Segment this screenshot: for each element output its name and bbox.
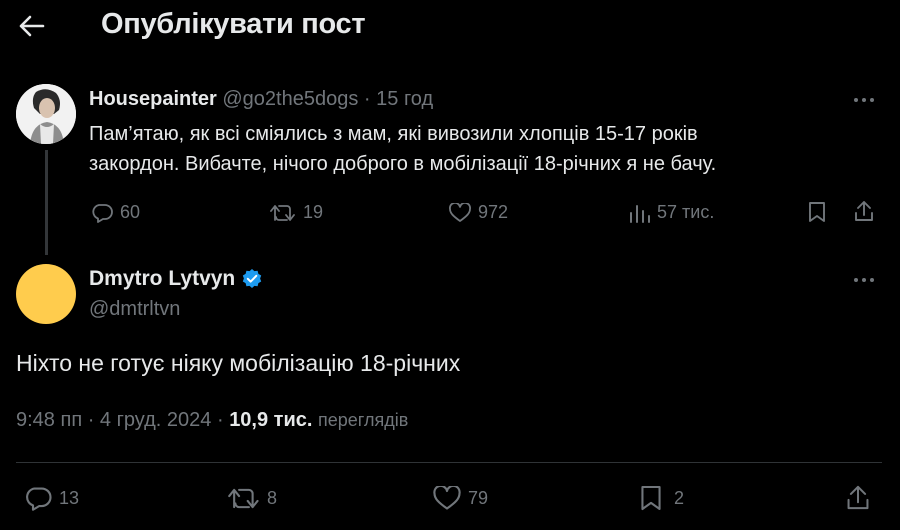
share-icon [847, 485, 869, 510]
like-count: 972 [478, 202, 509, 222]
reply-button[interactable]: 60 [91, 202, 140, 223]
share-button[interactable] [853, 200, 875, 222]
views-count: 10,9 тис. [229, 409, 313, 431]
heart-icon [449, 202, 471, 222]
main-author-name[interactable]: Dmytro Lytvyn [89, 267, 263, 291]
tweet-text-line: Пам’ятаю, як всі сміялись з мам, які вив… [89, 123, 698, 145]
views-label: переглядів [318, 410, 409, 430]
repost-count: 19 [303, 202, 324, 222]
separator: · [363, 88, 371, 110]
share-icon [855, 201, 873, 221]
avatar[interactable] [16, 264, 76, 324]
author-handle[interactable]: @go2the5dogs [222, 88, 358, 110]
bookmark-button[interactable]: 2 [640, 484, 684, 512]
reply-button[interactable]: 13 [24, 486, 79, 511]
share-button[interactable] [845, 484, 871, 511]
author-name[interactable]: Housepainter [89, 88, 217, 110]
bookmark-count: 2 [674, 487, 685, 508]
heart-icon [433, 486, 461, 510]
avatar[interactable] [16, 84, 76, 144]
tweet-text-line: закордон. Вибачте, нічого доброго в мобі… [89, 153, 717, 175]
views-button[interactable]: 57 тис. [628, 202, 714, 223]
main-tweet-text: Ніхто не готує ніяку мобілізацію 18-річн… [16, 350, 461, 376]
reply-tweet-text: Пам’ятаю, як всі сміялись з мам, які вив… [89, 119, 879, 179]
analytics-icon [630, 204, 650, 223]
thread-line [45, 150, 48, 255]
reply-icon [26, 487, 52, 511]
repost-button[interactable]: 8 [228, 486, 277, 511]
author-name: Dmytro Lytvyn [89, 267, 236, 290]
author-handle[interactable]: @dmtrltvn [89, 298, 180, 321]
repost-icon [228, 488, 259, 509]
repost-count: 8 [267, 488, 278, 508]
more-options-icon[interactable] [850, 90, 878, 110]
like-count: 79 [468, 488, 489, 508]
reply-icon [92, 203, 113, 223]
tweet-timestamp[interactable]: 9:48 пп · 4 груд. 2024 · [16, 409, 229, 431]
bookmark-icon [641, 485, 661, 511]
bookmark-icon [809, 202, 825, 222]
header: Опублікувати пост [0, 0, 900, 54]
repost-icon [270, 204, 295, 221]
reply-count: 60 [120, 202, 141, 222]
repost-button[interactable]: 19 [270, 202, 323, 223]
divider [16, 462, 882, 463]
more-options-icon[interactable] [850, 270, 878, 290]
page-title: Опублікувати пост [101, 8, 366, 40]
tweet-timestamp-line: 9:48 пп · 4 груд. 2024 · 10,9 тис. перег… [16, 409, 408, 432]
bookmark-button[interactable] [808, 201, 826, 223]
tweet-time[interactable]: 15 год [376, 88, 433, 110]
like-button[interactable]: 972 [449, 202, 508, 223]
verified-badge-icon[interactable] [241, 268, 263, 290]
reply-count: 13 [59, 488, 80, 508]
reply-author-line: Housepainter @go2the5dogs · 15 год [89, 88, 433, 111]
back-arrow-icon[interactable] [18, 12, 46, 40]
like-button[interactable]: 79 [433, 486, 488, 511]
views-count: 57 тис. [657, 202, 715, 222]
